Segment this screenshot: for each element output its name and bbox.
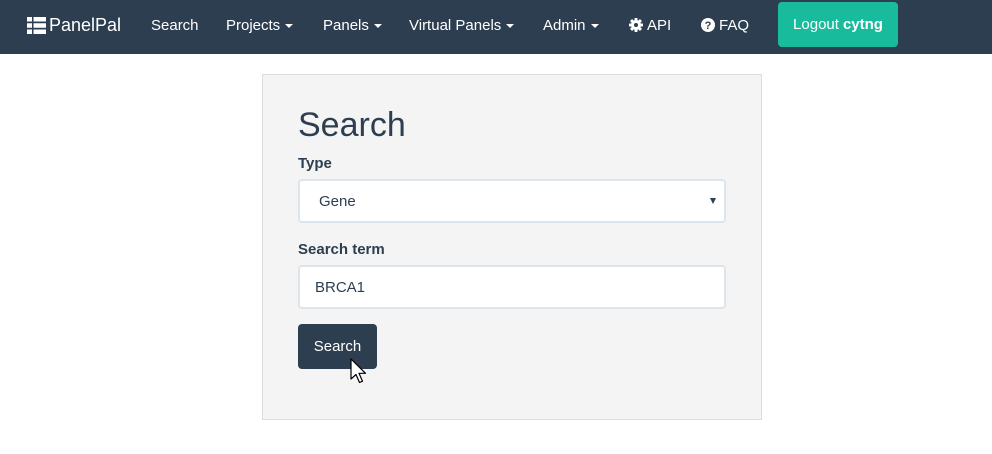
- search-panel: Search Type Gene Search term BRCA1 Searc…: [262, 74, 762, 420]
- type-label: Type: [298, 155, 332, 172]
- page-title: Search: [298, 106, 406, 144]
- nav-api-label: API: [647, 16, 672, 34]
- brand-name: PanelPal: [49, 14, 122, 35]
- search-term-input[interactable]: BRCA1: [298, 265, 726, 309]
- nav-virtual-panels-label: Virtual Panels: [409, 16, 502, 34]
- chevron-down-icon: [373, 24, 382, 28]
- type-select[interactable]: Gene: [298, 179, 726, 223]
- gear-icon: [629, 18, 643, 32]
- dropdown-arrow-icon: [710, 198, 716, 204]
- brand-link[interactable]: PanelPal: [27, 0, 121, 50]
- nav-faq-link[interactable]: ? FAQ: [701, 0, 749, 50]
- chevron-down-icon: [590, 24, 599, 28]
- question-circle-icon: ?: [701, 18, 715, 32]
- search-term-label: Search term: [298, 241, 385, 258]
- nav-admin-label: Admin: [543, 16, 586, 34]
- mouse-pointer-icon: [350, 358, 367, 384]
- nav-panels-label: Panels: [323, 16, 369, 34]
- chevron-down-icon: [506, 24, 515, 28]
- nav-virtual-panels-dropdown[interactable]: Virtual Panels: [409, 0, 515, 50]
- nav-search-label: Search: [151, 16, 199, 34]
- nav-faq-label: FAQ: [719, 16, 750, 34]
- nav-api-link[interactable]: API: [629, 0, 671, 50]
- list-icon: [27, 16, 46, 34]
- search-term-value: BRCA1: [315, 278, 366, 296]
- type-selected-value: Gene: [319, 192, 356, 210]
- nav-projects-label: Projects: [226, 16, 281, 34]
- logout-button[interactable]: Logout cytng: [778, 2, 898, 47]
- logout-label: Logout: [793, 16, 839, 33]
- svg-text:?: ?: [705, 20, 712, 32]
- logout-username: cytng: [842, 16, 883, 33]
- nav-panels-dropdown[interactable]: Panels: [323, 0, 382, 50]
- chevron-down-icon: [285, 24, 294, 28]
- search-submit-label: Search: [313, 338, 362, 355]
- nav-admin-dropdown[interactable]: Admin: [543, 0, 599, 50]
- navbar: PanelPal Search Projects Panels Virtual …: [0, 0, 992, 54]
- nav-projects-dropdown[interactable]: Projects: [226, 0, 294, 50]
- nav-search[interactable]: Search: [151, 0, 199, 50]
